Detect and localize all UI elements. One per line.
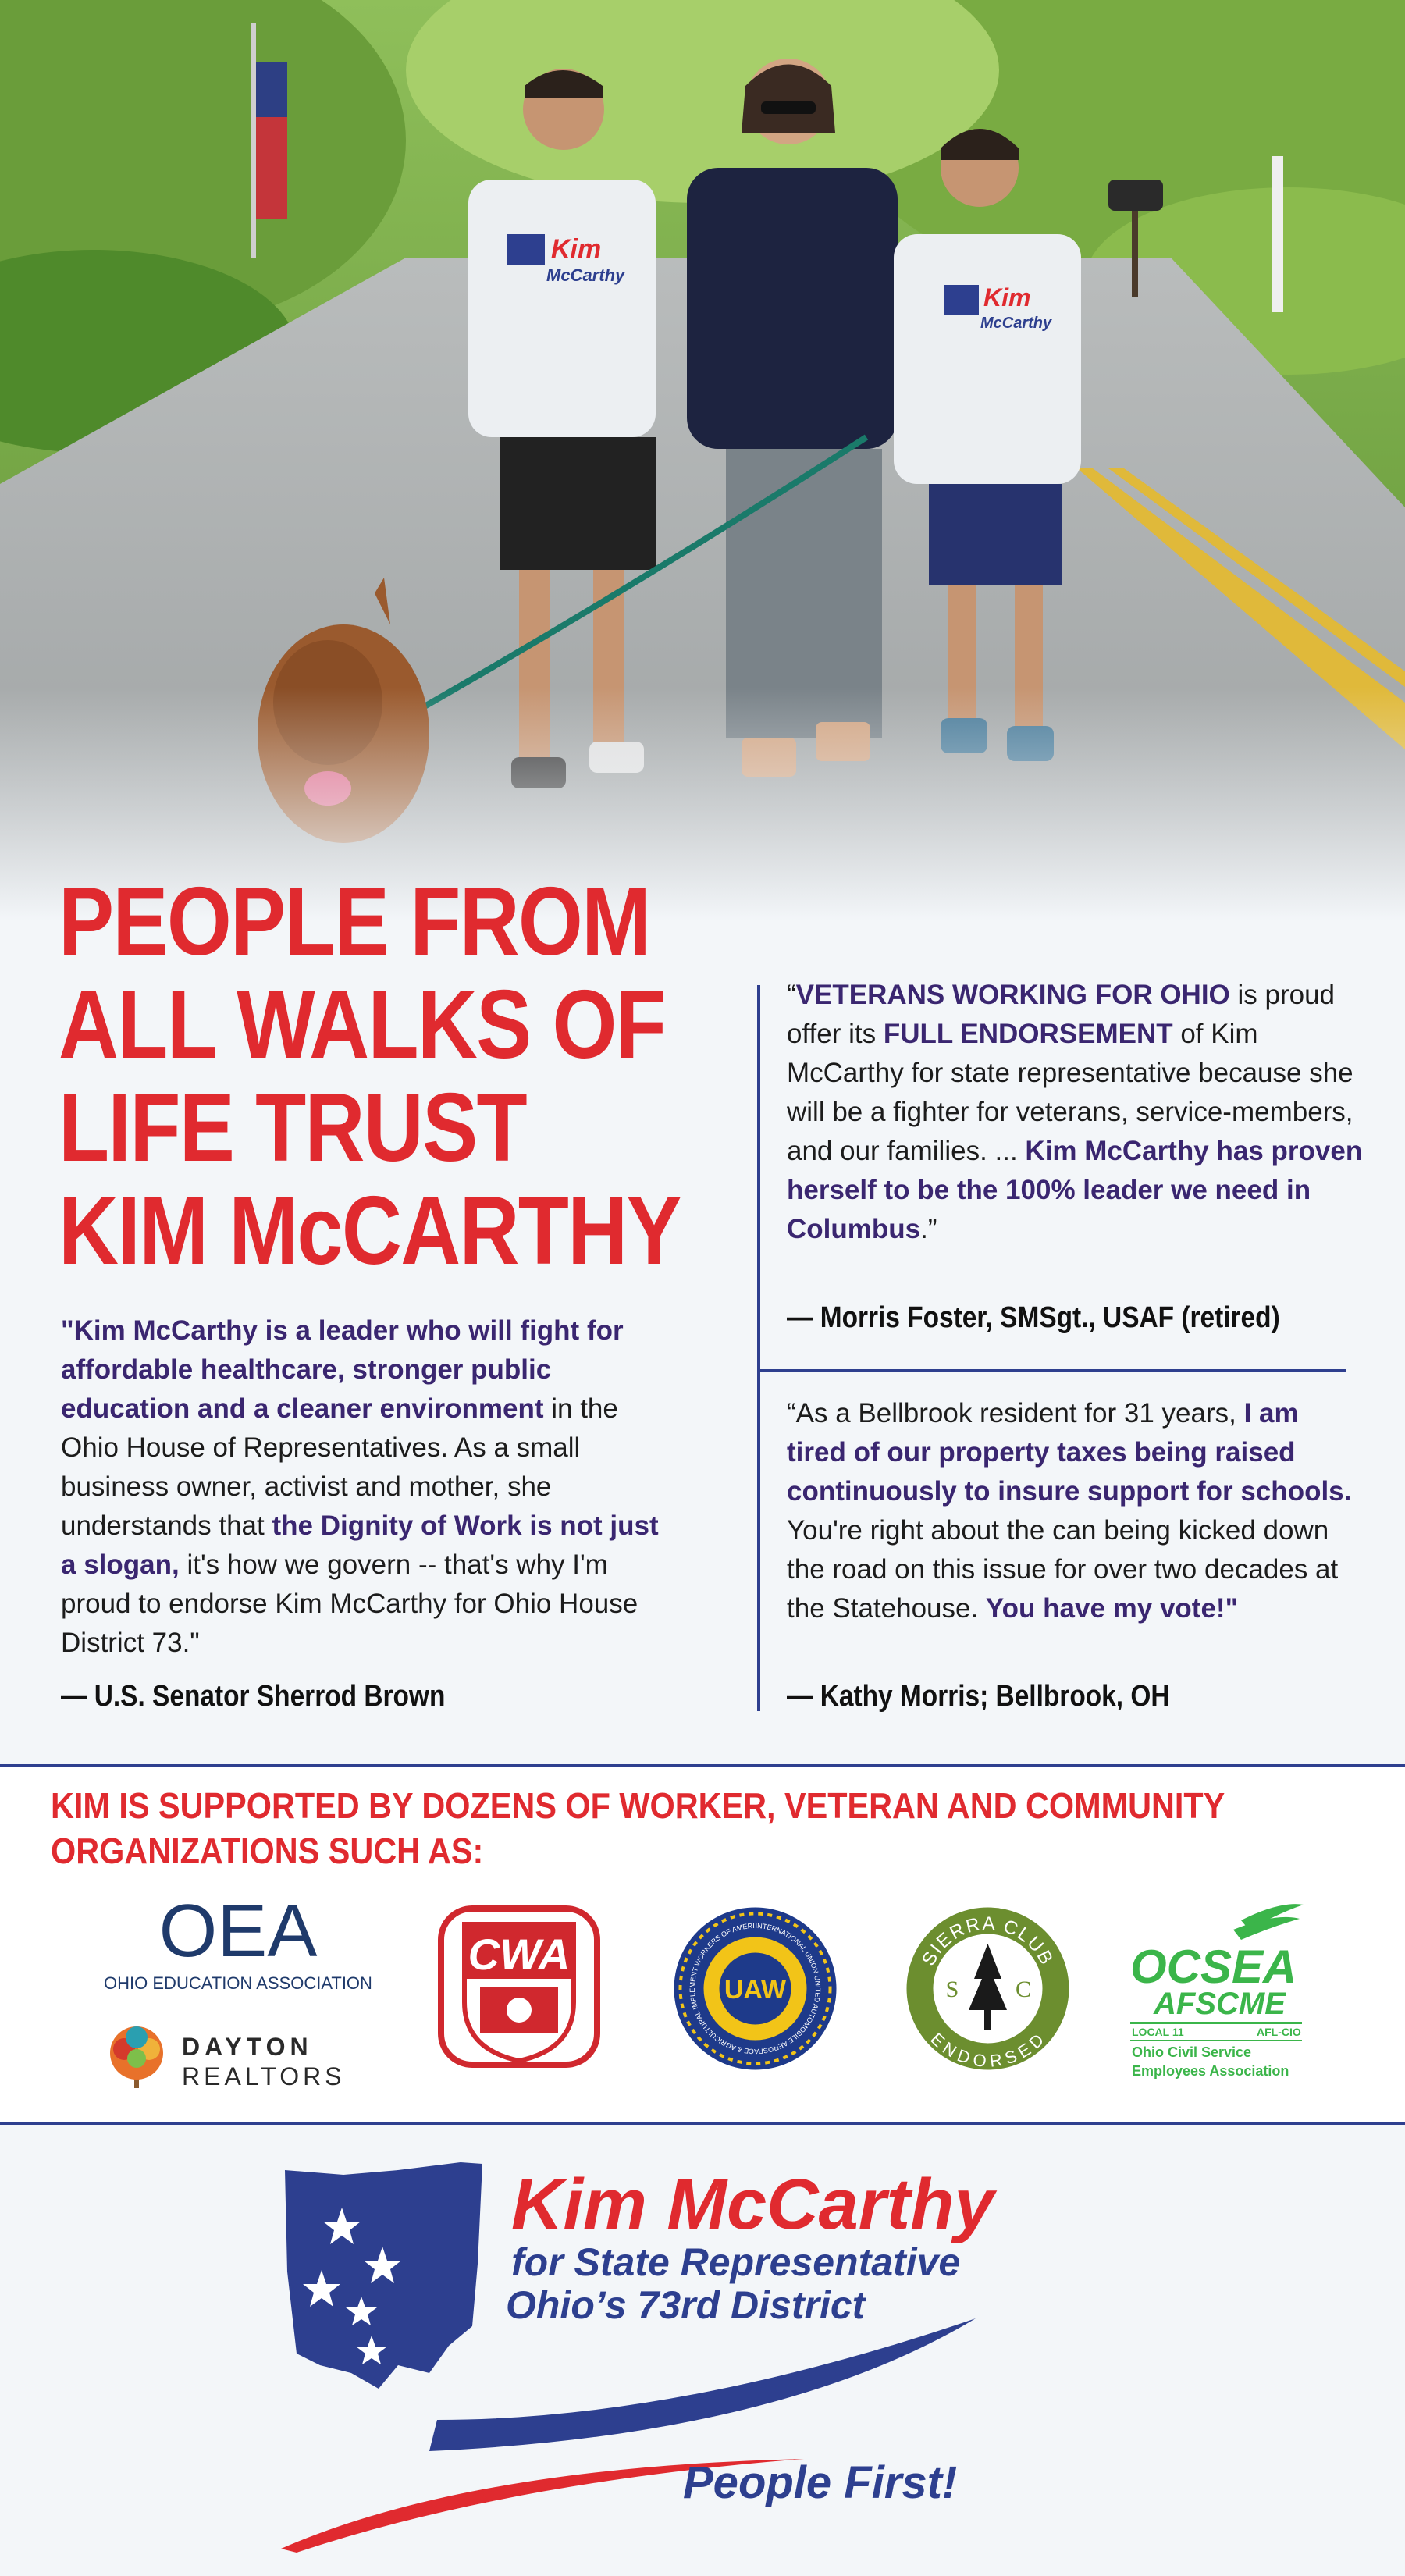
quote-attribution: — U.S. Senator Sherrod Brown <box>61 1680 446 1713</box>
quote-text: .” <box>920 1214 937 1244</box>
quote-bold: FULL ENDORSEMENT <box>883 1019 1173 1049</box>
vertical-divider <box>757 985 760 1711</box>
oea-logo: OEA OHIO EDUCATION ASSOCIATION <box>94 1889 382 1998</box>
oea-name: OHIO EDUCATION ASSOCIATION <box>104 1973 372 1993</box>
ocsea-line1: Ohio Civil Service <box>1132 2044 1251 2060</box>
quote-text: “As a Bellbrook resident for 31 years, <box>787 1398 1244 1429</box>
ocsea-line2: Employees Association <box>1132 2063 1289 2079</box>
headline-line: LIFE TRUST <box>59 1074 528 1182</box>
quote-bold: VETERANS WORKING FOR OHIO <box>795 980 1230 1010</box>
oea-abbr: OEA <box>159 1889 318 1973</box>
quote-sherrod-brown: "Kim McCarthy is a leader who will fight… <box>61 1311 678 1663</box>
uaw-logo: UAW INTERNATIONAL UNION UNITED AUTOMOBIL… <box>671 1905 839 2073</box>
headline-line: PEOPLE FROM <box>59 868 651 976</box>
ocsea-local: LOCAL 11 <box>1132 2026 1184 2038</box>
organizations-heading: KIM IS SUPPORTED BY DOZENS OF WORKER, VE… <box>51 1785 1225 1871</box>
ocsea-aflcio: AFL-CIO <box>1257 2026 1301 2038</box>
campaign-name: Kim McCarthy <box>511 2165 997 2244</box>
dayton-line2: REALTORS <box>182 2062 346 2090</box>
dayton-realtors-logo: DAYTON REALTORS <box>98 2018 394 2096</box>
quote-veterans: “VETERANS WORKING FOR OHIO is proud offe… <box>787 976 1364 1249</box>
quote-attribution: — Kathy Morris; Bellbrook, OH <box>787 1680 1170 1713</box>
dayton-tree-icon <box>110 2026 163 2088</box>
quote-bold: You have my vote!" <box>985 1593 1239 1624</box>
quote-bold: "Kim McCarthy is a leader who will fight… <box>61 1315 624 1424</box>
quote-divider <box>759 1369 1346 1372</box>
ocsea-name: OCSEA <box>1130 1941 1297 1993</box>
campaign-district: Ohio’s 73rd District <box>506 2283 867 2327</box>
ohio-map-icon <box>285 2162 482 2389</box>
cwa-logo: CWA <box>433 1901 605 2073</box>
dayton-line1: DAYTON <box>182 2033 313 2061</box>
shirt-text-kim: Kim <box>984 283 1030 311</box>
quote-attribution: — Morris Foster, SMSgt., USAF (retired) <box>787 1301 1280 1334</box>
headline-line: ALL WALKS OF <box>59 971 667 1079</box>
headline: PEOPLE FROM ALL WALKS OF LIFE TRUST KIM … <box>59 868 682 1285</box>
campaign-office: for State Representative <box>511 2240 960 2284</box>
headline-line: KIM McCARTHY <box>59 1177 682 1285</box>
hero-photo: Kim McCarthy Kim McCarthy <box>0 0 1405 921</box>
campaign-slogan: People First! <box>683 2457 957 2508</box>
shirt-text-kim: Kim <box>551 234 601 264</box>
quote-bellbrook: “As a Bellbrook resident for 31 years, I… <box>787 1394 1364 1628</box>
shirt-text-mccarthy: McCarthy <box>980 315 1052 332</box>
section-divider <box>0 2122 1405 2125</box>
ocsea-logo: OCSEA AFSCME LOCAL 11 AFL-CIO Ohio Civil… <box>1124 1897 1319 2084</box>
quote-text: “ <box>787 980 796 1010</box>
sierra-right: C <box>1016 1976 1031 2002</box>
shirt-text-mccarthy: McCarthy <box>546 265 626 285</box>
campaign-logo: Kim McCarthy for State Representative Oh… <box>273 2154 1093 2560</box>
sierra-left: S <box>946 1976 959 2002</box>
cwa-abbr: CWA <box>468 1930 571 1979</box>
uaw-abbr: UAW <box>724 1975 787 2005</box>
sierra-club-logo: SIERRA CLUB ENDORSED S C <box>904 1905 1072 2073</box>
ocsea-afscme: AFSCME <box>1153 1987 1286 2021</box>
